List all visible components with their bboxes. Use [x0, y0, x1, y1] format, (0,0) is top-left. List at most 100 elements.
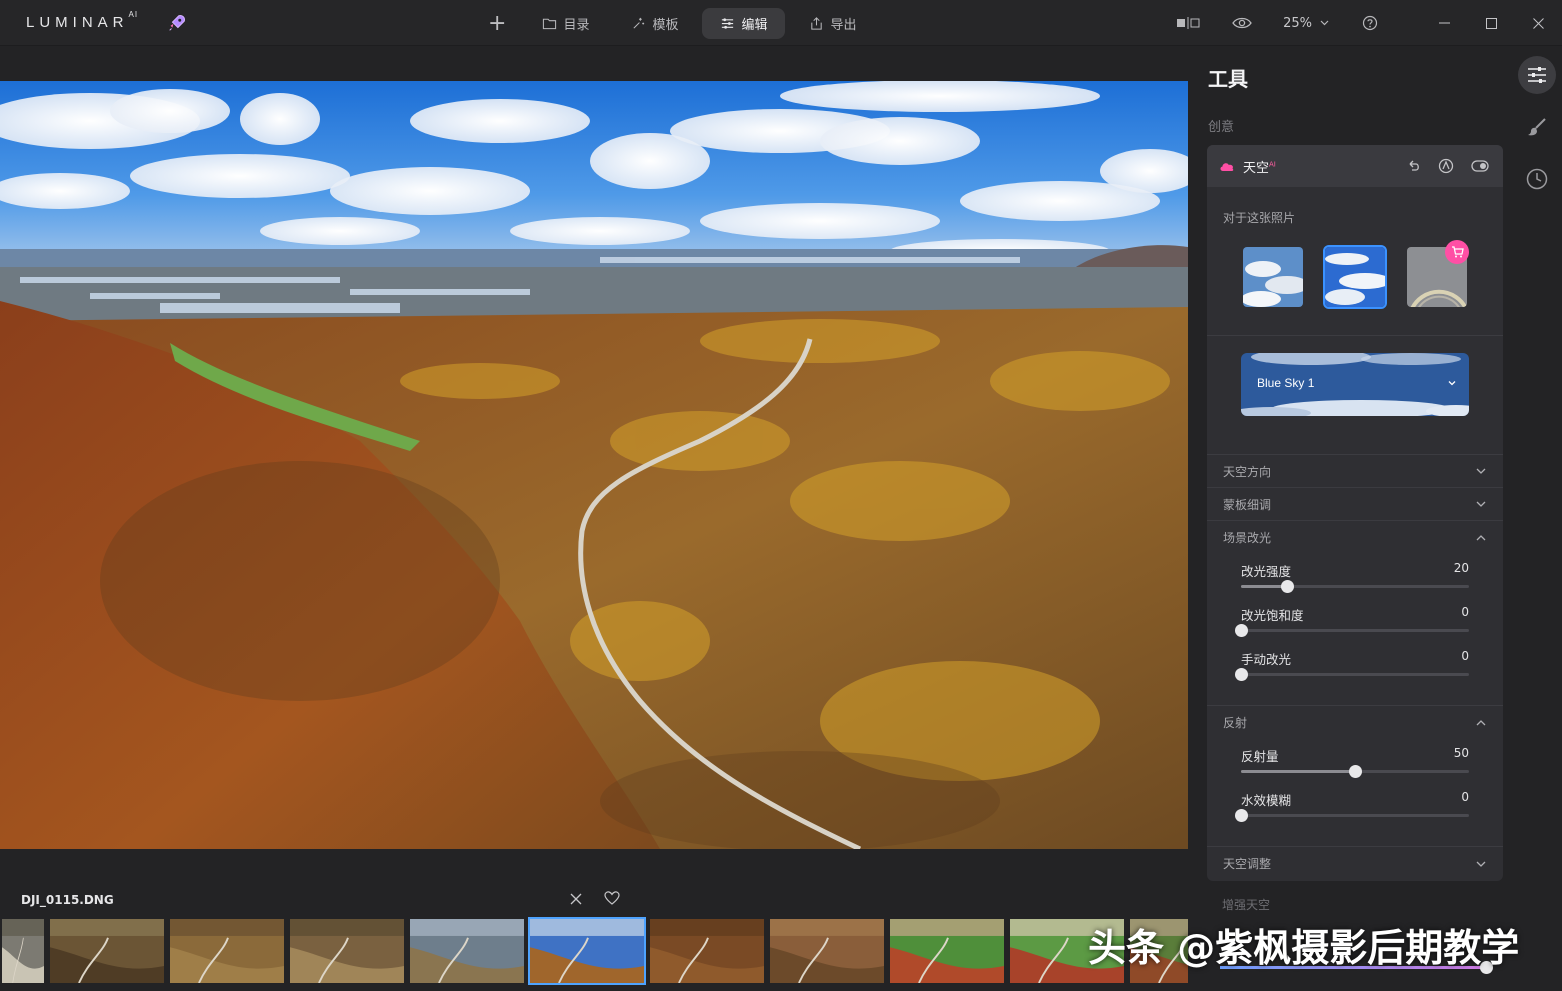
slider-track[interactable]: [1241, 580, 1469, 593]
sparkle-icon: [633, 17, 645, 29]
preview-button[interactable]: [1215, 0, 1269, 46]
filename-label: DJI_0115.DNG: [21, 893, 114, 907]
slider-handle[interactable]: [1280, 580, 1294, 593]
add-button[interactable]: +: [476, 11, 518, 36]
slider-label: 反射量: [1241, 749, 1279, 764]
slider-track[interactable]: [1235, 809, 1469, 822]
tab-templates-label: 模板: [652, 18, 679, 33]
slider-relight-saturation[interactable]: 改光饱和度 0: [1235, 605, 1469, 637]
compare-button[interactable]: [1161, 0, 1215, 46]
sky-selection-dropdown[interactable]: Blue Sky 1: [1241, 353, 1469, 416]
slider-water-blur[interactable]: 水效模糊 0: [1235, 790, 1469, 822]
slider-track[interactable]: [1235, 668, 1469, 681]
rocket-icon[interactable]: [166, 12, 188, 34]
main-photo-canvas[interactable]: [0, 81, 1188, 849]
slider-track[interactable]: [1235, 624, 1469, 637]
filmstrip-thumb-selected[interactable]: [528, 917, 646, 985]
tab-catalog-label: 目录: [563, 18, 590, 33]
maximize-button[interactable]: [1468, 0, 1515, 46]
slider-value: 0: [1461, 649, 1469, 663]
close-icon: [1533, 17, 1544, 29]
filmstrip-thumb[interactable]: [648, 917, 766, 985]
sky-selection-label: Blue Sky 1: [1257, 376, 1315, 390]
help-button[interactable]: [1343, 0, 1397, 46]
sky-preset-2-selected[interactable]: [1323, 245, 1387, 309]
filmstrip-thumb[interactable]: [288, 917, 406, 985]
toggle-visibility-icon[interactable]: [1469, 157, 1491, 175]
filmstrip-thumb[interactable]: [408, 917, 526, 985]
heart-icon[interactable]: [604, 890, 620, 906]
filmstrip-thumb[interactable]: [48, 917, 166, 985]
section-enhance-sky-partial[interactable]: 增强天空: [1222, 896, 1270, 913]
slider-handle[interactable]: [1235, 668, 1248, 681]
reject-button[interactable]: [570, 891, 582, 909]
minimize-button[interactable]: [1421, 0, 1468, 46]
eye-icon: [1232, 17, 1252, 29]
sky-preset-1[interactable]: [1241, 245, 1305, 309]
slider-label: 手动改光: [1241, 652, 1292, 667]
export-icon: [811, 17, 823, 30]
tab-edit[interactable]: 编辑: [702, 8, 786, 39]
side-tool-switcher: [1518, 56, 1556, 212]
folder-icon: [543, 18, 557, 30]
slider-relight-strength[interactable]: 改光强度 20: [1241, 561, 1469, 593]
tab-catalog[interactable]: 目录: [524, 8, 607, 39]
sky-preset-thumb: [1243, 247, 1303, 307]
section-reflection[interactable]: 反射: [1207, 706, 1503, 739]
main-nav: + 目录 模板 编辑 导出: [476, 8, 875, 39]
sky-presets: [1241, 245, 1469, 309]
brush-tab-button[interactable]: [1518, 108, 1556, 146]
filmstrip: [0, 917, 1188, 987]
slider-reflection-amount[interactable]: 反射量 50: [1241, 746, 1469, 778]
chevron-down-icon: [1320, 20, 1329, 26]
tool-name: 天空: [1243, 160, 1270, 176]
slider-manual-relight[interactable]: 手动改光 0: [1235, 649, 1469, 681]
mask-icon[interactable]: [1437, 157, 1455, 175]
tab-export[interactable]: 导出: [791, 8, 874, 39]
slider-handle[interactable]: [1349, 765, 1362, 778]
section-creative-label: 创意: [1208, 120, 1235, 135]
close-button[interactable]: [1515, 0, 1562, 46]
thumb-image: [2, 919, 44, 983]
clock-icon: [1526, 168, 1548, 190]
app-logo: LUMINARAI: [26, 10, 138, 31]
thumb-image: [650, 919, 764, 983]
chevron-up-icon: [1476, 534, 1486, 540]
thumb-image: [50, 919, 164, 983]
logo-sup: AI: [128, 10, 139, 19]
filmstrip-thumb[interactable]: [168, 917, 286, 985]
slider-value: 50: [1453, 746, 1469, 760]
sky-ai-header[interactable]: 天空AI: [1207, 145, 1503, 187]
thumb-image: [290, 919, 404, 983]
slider-track[interactable]: [1241, 765, 1469, 778]
section-mask-refine[interactable]: 蒙板细调: [1207, 488, 1503, 521]
tab-templates[interactable]: 模板: [613, 8, 696, 39]
close-icon: [570, 893, 582, 905]
slider-handle[interactable]: [1235, 809, 1248, 822]
section-scene-relight[interactable]: 场景改光: [1207, 521, 1503, 554]
section-sky-orientation[interactable]: 天空方向: [1207, 455, 1503, 488]
zoom-value: 25%: [1283, 15, 1312, 31]
store-cart-button[interactable]: [1445, 240, 1469, 264]
tools-tab-button[interactable]: [1518, 56, 1556, 94]
filmstrip-thumb[interactable]: [0, 917, 46, 985]
history-tab-button[interactable]: [1518, 160, 1556, 198]
section-sky-adjust[interactable]: 天空调整: [1207, 847, 1503, 880]
cloud-icon: [1220, 163, 1234, 171]
undo-icon[interactable]: [1405, 157, 1423, 175]
slider-handle[interactable]: [1235, 624, 1248, 637]
sky-ai-tool-card: 天空AI 对于这张照片 Blue Sky 1 天空方向 蒙板细调 场景改光 改光…: [1207, 145, 1503, 881]
slider-value: 20: [1453, 561, 1469, 575]
top-right-tools: 25%: [1161, 0, 1562, 46]
for-this-photo-label: 对于这张照片: [1223, 211, 1296, 225]
filmstrip-thumb[interactable]: [768, 917, 886, 985]
section-label: 天空方向: [1223, 464, 1272, 479]
filmstrip-thumb[interactable]: [888, 917, 1006, 985]
zoom-dropdown[interactable]: 25%: [1269, 16, 1343, 31]
thumb-image: [890, 919, 1004, 983]
chevron-down-icon: [1476, 468, 1486, 474]
slider-value: 0: [1461, 605, 1469, 619]
watermark-text: 头条 @紫枫摄影后期教学: [1088, 926, 1520, 970]
chevron-up-icon: [1476, 719, 1486, 725]
compare-icon: [1177, 17, 1200, 29]
